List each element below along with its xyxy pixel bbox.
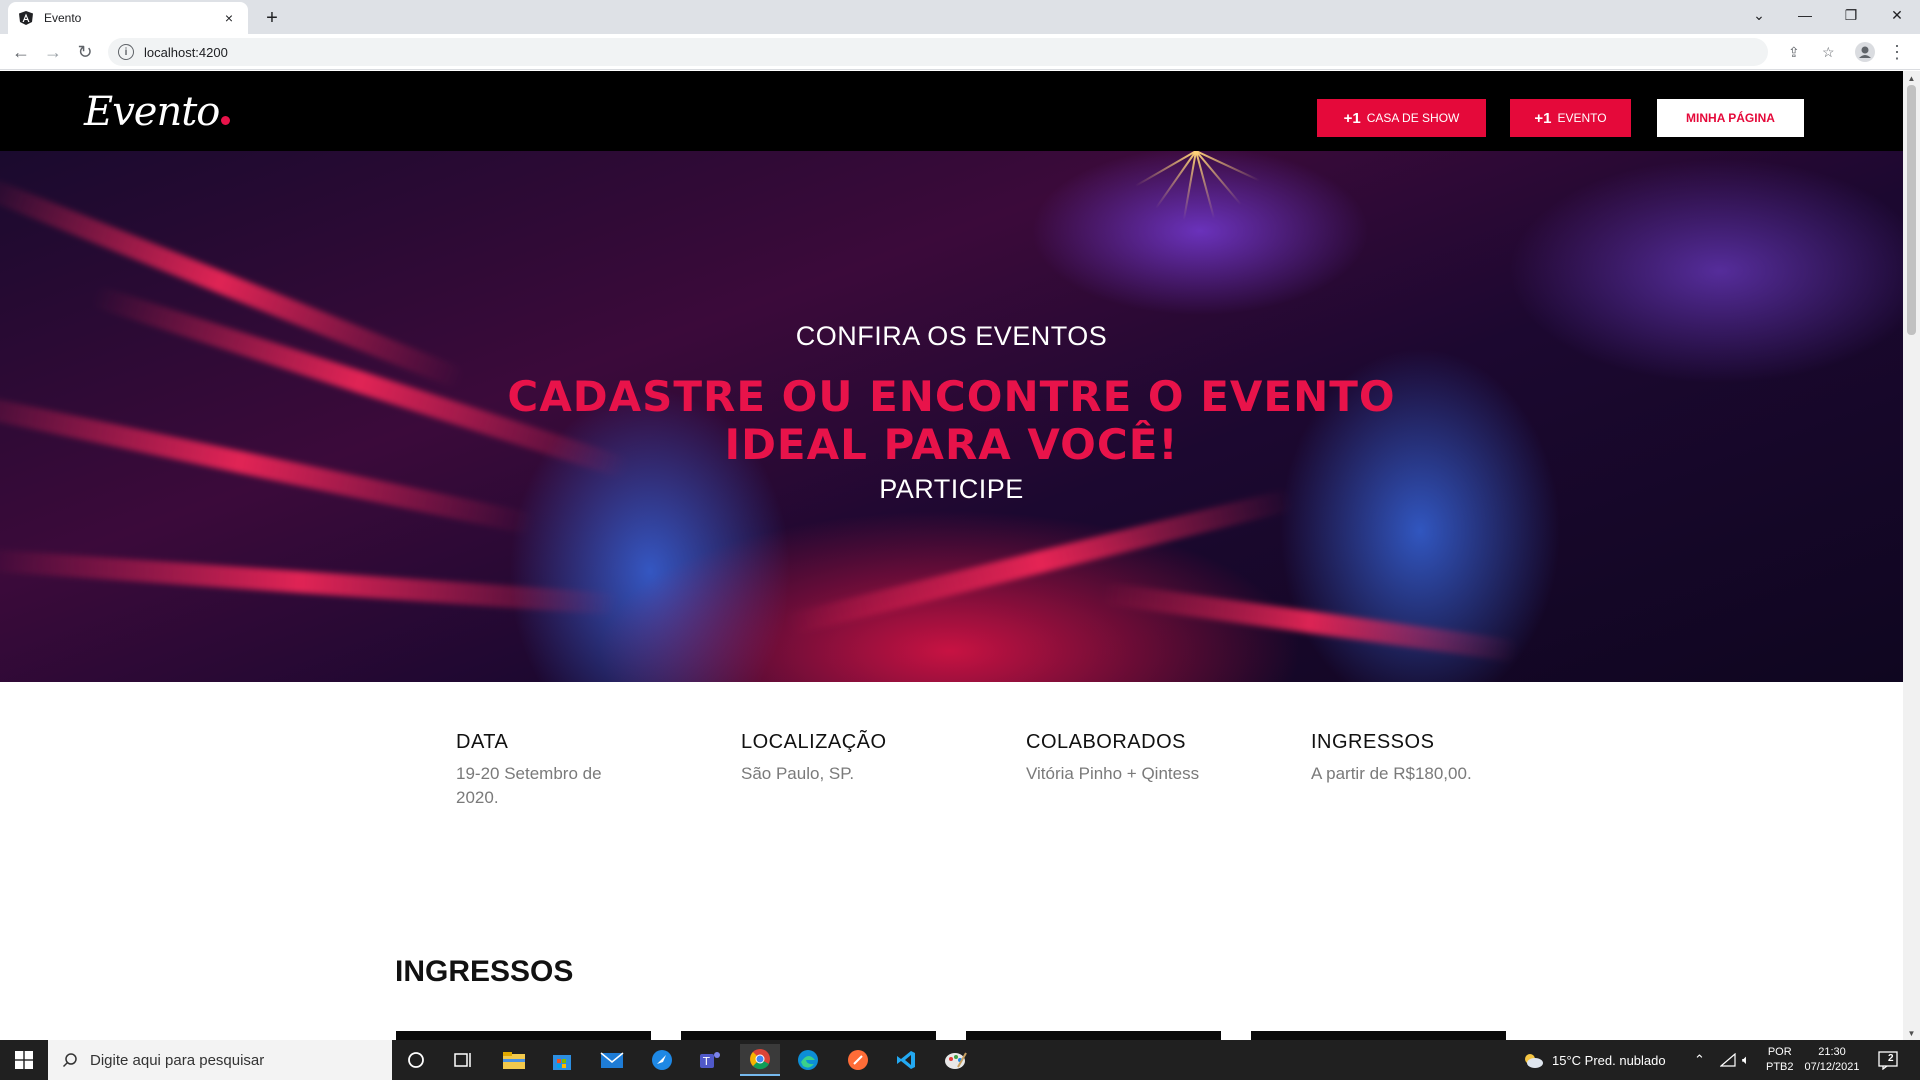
info-colaborados: COLABORADOS Vitória Pinho + Qintess <box>1026 731 1266 786</box>
scroll-thumb[interactable] <box>1907 85 1916 335</box>
plus-icon: +1 <box>1534 109 1552 127</box>
info-heading: LOCALIZAÇÃO <box>741 731 887 753</box>
laser-beam <box>0 548 620 616</box>
search-icon <box>62 1053 77 1068</box>
info-data: DATA 19-20 Setembro de 2020. <box>456 731 656 810</box>
firework-spark <box>1134 151 1197 187</box>
browser-menu-icon[interactable]: ⋮ <box>1884 39 1910 65</box>
info-value: Vitória Pinho + Qintess <box>1026 764 1200 783</box>
file-explorer-icon[interactable] <box>494 1044 534 1076</box>
weather-widget[interactable]: 15°C Pred. nublado <box>1522 1040 1666 1080</box>
ticket-card[interactable] <box>1251 1031 1506 1040</box>
info-value: A partir de R$180,00. <box>1311 764 1472 783</box>
edge-icon[interactable] <box>788 1044 828 1076</box>
share-icon[interactable]: ⇪ <box>1788 38 1800 66</box>
scroll-down-icon[interactable]: ▼ <box>1903 1026 1920 1040</box>
laser-beam <box>1100 581 1520 663</box>
teams-icon[interactable]: T <box>690 1044 730 1076</box>
info-localizacao: LOCALIZAÇÃO São Paulo, SP. <box>741 731 941 786</box>
info-heading: INGRESSOS <box>1311 731 1435 753</box>
mail-icon[interactable] <box>592 1044 632 1076</box>
info-heading: COLABORADOS <box>1026 731 1186 753</box>
info-value: 19-20 Setembro de 2020. <box>456 764 602 807</box>
volume-muted-icon[interactable]: 🔈︎ <box>1742 1040 1750 1080</box>
page-viewport: Evento +1 CASA DE SHOW +1 EVENTO MINHA P… <box>0 71 1903 1040</box>
forward-icon[interactable]: → <box>40 39 66 65</box>
cortana-icon[interactable] <box>396 1044 436 1076</box>
logo-dot <box>221 116 231 125</box>
browser-app-icon[interactable] <box>642 1044 682 1076</box>
task-view-icon[interactable] <box>444 1044 484 1076</box>
url-text: localhost:4200 <box>144 44 228 60</box>
new-tab-button[interactable]: + <box>258 4 286 32</box>
search-placeholder: Digite aqui para pesquisar <box>90 1051 265 1069</box>
show-hidden-icons[interactable]: ⌃ <box>1694 1040 1705 1080</box>
angular-icon <box>18 10 34 26</box>
bookmark-star-icon[interactable]: ☆ <box>1822 38 1835 66</box>
site-info-icon[interactable]: i <box>118 44 134 60</box>
site-header: Evento +1 CASA DE SHOW +1 EVENTO MINHA P… <box>0 71 1903 151</box>
add-casa-de-show-button[interactable]: +1 CASA DE SHOW <box>1317 99 1486 137</box>
hero-subtitle: CONFIRA OS EVENTOS <box>795 321 1108 351</box>
tab-title: Evento <box>44 11 82 25</box>
hero-title-line1: CADASTRE OU ENCONTRE O EVENTO <box>507 372 1396 421</box>
scroll-up-icon[interactable]: ▲ <box>1903 71 1920 85</box>
browser-tab-bar: Evento × + ⌄ — ❐ ✕ <box>0 0 1920 34</box>
network-icon[interactable] <box>1720 1040 1736 1080</box>
svg-text:T: T <box>702 1055 710 1068</box>
paint-icon[interactable] <box>936 1044 976 1076</box>
clock-time: 21:30 <box>1818 1046 1846 1058</box>
restore-icon[interactable]: ❐ <box>1828 0 1874 30</box>
hero-title: CADASTRE OU ENCONTRE O EVENTO IDEAL PARA… <box>0 373 1903 469</box>
info-ingressos: INGRESSOS A partir de R$180,00. <box>1311 731 1551 786</box>
ticket-card[interactable] <box>966 1031 1221 1040</box>
hero-title-line2: IDEAL PARA VOCÊ! <box>724 420 1179 469</box>
hero-footer: PARTICIPE <box>879 474 1024 504</box>
store-icon[interactable] <box>542 1044 582 1076</box>
weather-text: 15°C Pred. nublado <box>1552 1052 1666 1068</box>
lang-line2: PTB2 <box>1766 1061 1794 1073</box>
notifications-icon[interactable]: 2 <box>1878 1040 1900 1080</box>
page-scrollbar[interactable]: ▲ ▼ <box>1903 71 1920 1040</box>
back-icon[interactable]: ← <box>8 39 34 65</box>
language-indicator[interactable]: POR PTB2 <box>1766 1040 1794 1080</box>
laser-beam <box>0 174 466 390</box>
lang-line1: POR <box>1767 1046 1792 1058</box>
add-evento-button[interactable]: +1 EVENTO <box>1510 99 1631 137</box>
tab-search-icon[interactable]: ⌄ <box>1736 0 1782 30</box>
ingressos-section-title: INGRESSOS <box>395 955 574 988</box>
close-window-icon[interactable]: ✕ <box>1874 0 1920 30</box>
info-heading: DATA <box>456 731 509 753</box>
vscode-icon[interactable] <box>886 1044 926 1076</box>
url-input[interactable]: i localhost:4200 ⇪ ☆ <box>108 38 1835 66</box>
logo-text: Evento <box>84 89 220 135</box>
windows-start-icon[interactable] <box>0 1040 48 1080</box>
minha-pagina-button[interactable]: MINHA PÁGINA <box>1657 99 1804 137</box>
clock[interactable]: 21:30 07/12/2021 <box>1802 1040 1862 1080</box>
reload-icon[interactable]: ↻ <box>72 39 98 65</box>
profile-icon[interactable] <box>1852 39 1878 65</box>
plus-icon: +1 <box>1343 109 1361 127</box>
browser-tab[interactable]: Evento × <box>8 2 248 34</box>
address-bar: ← → ↻ i localhost:4200 ⇪ ☆ ⋮ <box>0 34 1920 70</box>
notification-count: 2 <box>1888 1053 1894 1064</box>
tab-close-icon[interactable]: × <box>220 10 238 26</box>
site-logo[interactable]: Evento <box>84 89 231 135</box>
postman-icon[interactable] <box>838 1044 878 1076</box>
firework-spark <box>1195 151 1260 182</box>
windows-taskbar: Digite aqui para pesquisar T 15°C Pred. … <box>0 1040 1920 1080</box>
button-label: CASA DE SHOW <box>1366 111 1460 125</box>
minimize-icon[interactable]: — <box>1782 0 1828 30</box>
chrome-icon[interactable] <box>740 1044 780 1076</box>
button-label: EVENTO <box>1557 111 1607 125</box>
cloudy-icon <box>1525 1054 1543 1068</box>
hero-banner: CONFIRA OS EVENTOS CADASTRE OU ENCONTRE … <box>0 151 1903 682</box>
info-value: São Paulo, SP. <box>741 764 855 783</box>
taskbar-search-input[interactable]: Digite aqui para pesquisar <box>48 1040 392 1080</box>
clock-date: 07/12/2021 <box>1804 1061 1860 1073</box>
ticket-card[interactable] <box>681 1031 936 1040</box>
ticket-card[interactable] <box>396 1031 651 1040</box>
